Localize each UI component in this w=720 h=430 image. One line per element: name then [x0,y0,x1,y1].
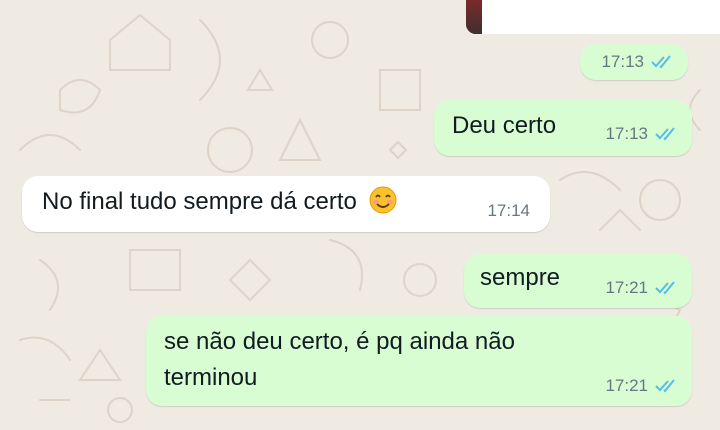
read-double-tick-icon [655,127,675,141]
outgoing-message-bubble[interactable]: 17:13 [580,44,688,80]
message-text-line-1: se não deu certo, é pq ainda não [164,328,515,355]
message-time: 17:14 [487,201,530,220]
read-double-tick-icon [651,55,671,69]
smiling-face-icon [369,186,397,214]
message-time: 17:13 [605,124,648,143]
message-text: No final tudo sempre dá certo [42,182,398,222]
message-meta: 17:21 [605,376,682,396]
message-meta: 17:13 [601,52,678,72]
message-time: 17:13 [601,52,644,71]
image-edge [466,0,482,34]
outgoing-message-bubble[interactable]: sempre 17:21 [464,254,692,308]
message-text: Deu certo [452,112,557,139]
message-time: 17:21 [605,376,648,395]
message-text-content: No final tudo sempre dá certo [42,188,357,215]
message-text-line-2: terminou [164,364,258,391]
message-meta: 17:14 [487,201,530,221]
read-double-tick-icon [655,379,675,393]
outgoing-message-bubble[interactable]: Deu certo 17:13 [434,100,692,156]
image-content [482,0,720,34]
incoming-message-bubble[interactable]: No final tudo sempre dá certo 17:14 [22,176,550,232]
read-double-tick-icon [655,281,675,295]
message-time: 17:21 [605,278,648,297]
message-meta: 17:21 [605,278,682,298]
message-meta: 17:13 [605,124,682,144]
message-text: sempre [480,264,561,291]
image-message-preview[interactable] [466,0,720,34]
outgoing-message-bubble[interactable]: se não deu certo, é pq ainda não termino… [146,316,692,406]
